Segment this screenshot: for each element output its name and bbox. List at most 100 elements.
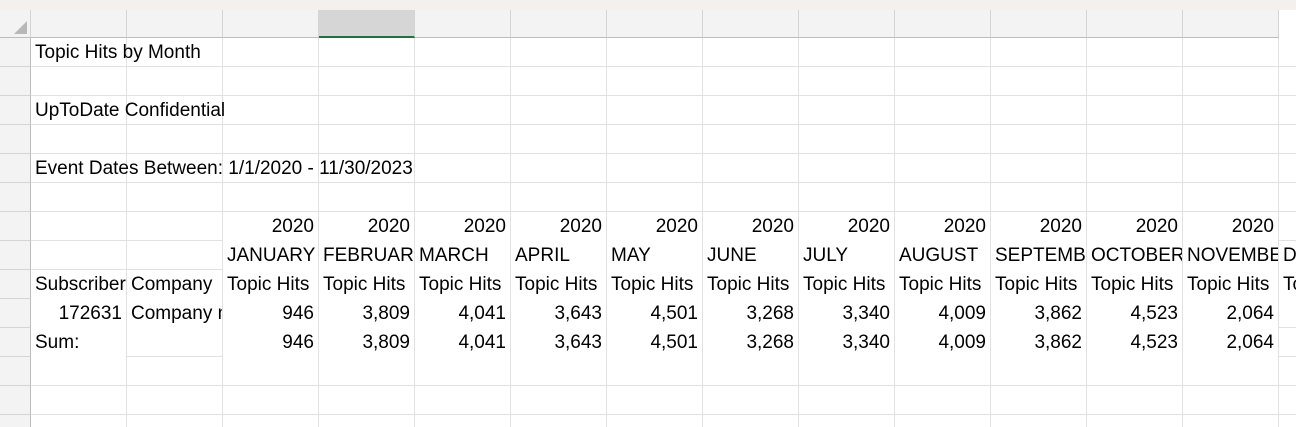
row-header-10[interactable] [0,299,31,328]
column-header-m[interactable] [1183,10,1279,38]
gridline-vertical [1278,38,1279,427]
year-cell[interactable]: 2020 [703,212,798,241]
month-cell[interactable]: AUGUST [895,241,990,270]
metric-header-cell[interactable]: Topic Hits [895,270,990,299]
column-header-i[interactable] [799,10,895,38]
year-cell[interactable]: 2020 [223,212,318,241]
month-cell[interactable]: SEPTEMBE [991,241,1086,270]
company-header-cell[interactable]: Company [127,270,222,299]
topic-hits-value-cell[interactable]: 4,501 [607,299,702,328]
company-name-cell[interactable]: Company n [127,299,222,328]
column-header-f[interactable] [511,10,607,38]
date-range-cell[interactable]: Event Dates Between: 1/1/2020 - 11/30/20… [31,154,631,183]
topic-hits-value-cell[interactable]: 2,064 [1183,299,1278,328]
year-cell[interactable]: 2020 [511,212,606,241]
report-title-cell[interactable]: Topic Hits by Month [31,38,431,67]
row-header-14[interactable] [0,415,31,427]
topic-hits-value-cell[interactable]: 4,041 [415,299,510,328]
month-cell[interactable]: JUNE [703,241,798,270]
year-cell[interactable]: 2020 [319,212,414,241]
metric-header-cell[interactable]: Topic Hits [991,270,1086,299]
column-headers [31,10,1296,38]
sum-value-cell[interactable]: 3,862 [991,328,1086,357]
topic-hits-value-cell[interactable]: 946 [223,299,318,328]
sum-value-cell[interactable]: 3,643 [511,328,606,357]
row-header-8[interactable] [0,241,31,270]
topic-hits-value-cell[interactable]: 3,809 [319,299,414,328]
metric-header-cell[interactable]: Topic Hits [223,270,318,299]
year-cell[interactable]: 2020 [415,212,510,241]
metric-header-cell[interactable]: Topic Hits [703,270,798,299]
row-header-5[interactable] [0,154,31,183]
month-cell[interactable]: MARCH [415,241,510,270]
column-header-e[interactable] [415,10,511,38]
row-header-12[interactable] [0,357,31,386]
year-cell[interactable]: 2020 [1183,212,1278,241]
column-header-l[interactable] [1087,10,1183,38]
confidential-cell[interactable]: UpToDate Confidential [31,96,431,125]
column-header-c[interactable] [223,10,319,38]
row-headers [0,38,31,427]
metric-header-cell[interactable]: Topic Hits [319,270,414,299]
month-cell[interactable]: NOVEMBE [1183,241,1278,270]
select-all-button[interactable] [0,10,31,38]
row-header-1[interactable] [0,38,31,67]
month-cell[interactable]: FEBRUARY [319,241,414,270]
row-header-2[interactable] [0,67,31,96]
row-header-7[interactable] [0,212,31,241]
month-cell[interactable]: D [1279,241,1296,270]
select-all-triangle-icon [14,21,27,34]
column-header-a[interactable] [31,10,127,38]
metric-header-cell[interactable]: Topic Hits [1087,270,1182,299]
column-header-d[interactable] [319,10,415,38]
year-cell[interactable]: 2020 [991,212,1086,241]
month-cell[interactable]: APRIL [511,241,606,270]
topic-hits-value-cell[interactable]: 4,009 [895,299,990,328]
year-cell[interactable]: 2020 [799,212,894,241]
month-cell[interactable]: MAY [607,241,702,270]
sum-label-cell[interactable]: Sum: [31,328,126,357]
row-header-13[interactable] [0,386,31,415]
sum-value-cell[interactable]: 946 [223,328,318,357]
column-header-h[interactable] [703,10,799,38]
sum-value-cell[interactable]: 3,340 [799,328,894,357]
topic-hits-value-cell[interactable]: 3,862 [991,299,1086,328]
year-cell[interactable]: 2020 [1087,212,1182,241]
column-header-k[interactable] [991,10,1087,38]
topic-hits-value-cell[interactable]: 4,523 [1087,299,1182,328]
metric-header-cell[interactable]: Topic Hits [1183,270,1278,299]
topic-hits-value-cell[interactable]: 3,643 [511,299,606,328]
year-cell[interactable]: 2020 [607,212,702,241]
metric-header-cell[interactable]: Topic Hits [607,270,702,299]
metric-header-cell[interactable]: Topic Hits [799,270,894,299]
topic-hits-value-cell[interactable]: 3,268 [703,299,798,328]
year-cell[interactable]: 2020 [895,212,990,241]
sum-value-cell[interactable]: 3,268 [703,328,798,357]
sum-value-cell[interactable]: 4,501 [607,328,702,357]
subscriber-header-cell[interactable]: Subscriber [31,270,126,299]
month-cell[interactable]: OCTOBER [1087,241,1182,270]
month-cell[interactable]: JANUARY [223,241,318,270]
column-header-b[interactable] [127,10,223,38]
sum-value-cell[interactable]: 4,523 [1087,328,1182,357]
row-header-6[interactable] [0,183,31,212]
month-cell[interactable]: JULY [799,241,894,270]
sum-value-cell[interactable]: 2,064 [1183,328,1278,357]
gridline-horizontal [31,414,1296,415]
column-header-j[interactable] [895,10,991,38]
sum-value-cell[interactable]: 4,009 [895,328,990,357]
row-header-4[interactable] [0,125,31,154]
topic-hits-value-cell[interactable]: 3,340 [799,299,894,328]
row-header-9[interactable] [0,270,31,299]
metric-header-cell[interactable]: Topic Hits [415,270,510,299]
gridline-horizontal [31,385,1296,386]
metric-header-cell[interactable]: Topic Hits [511,270,606,299]
row-header-11[interactable] [0,328,31,357]
subscriber-id-cell[interactable]: 172631 [31,299,126,328]
column-header-g[interactable] [607,10,703,38]
sum-value-cell[interactable]: 3,809 [319,328,414,357]
row-header-3[interactable] [0,96,31,125]
spreadsheet-grid: Topic Hits by Month UpToDate Confidential… [0,10,1296,427]
sum-value-cell[interactable]: 4,041 [415,328,510,357]
metric-header-cell[interactable]: To [1279,270,1296,299]
